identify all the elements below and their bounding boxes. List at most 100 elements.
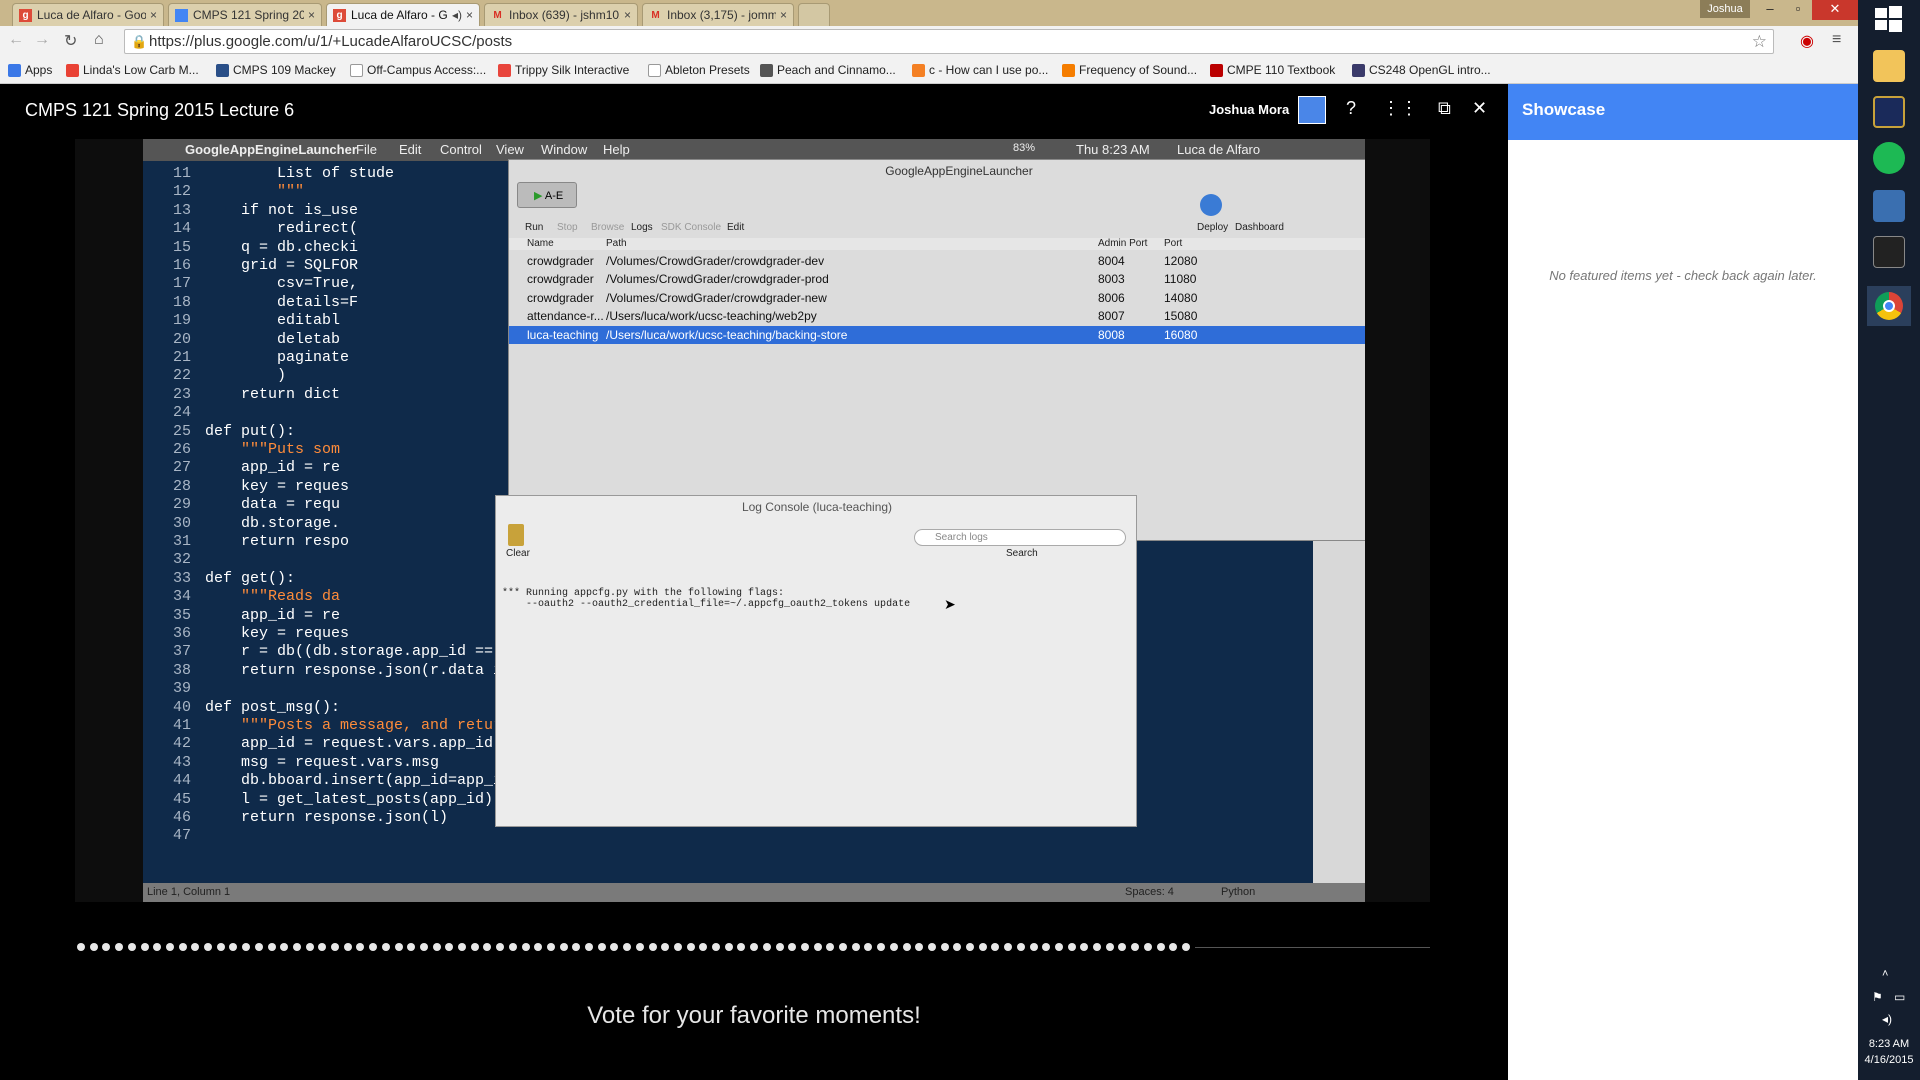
sdk-console-tool[interactable]: SDK Console — [661, 222, 721, 233]
profile-chip[interactable]: Joshua — [1700, 0, 1750, 18]
timeline-moment-dot[interactable] — [750, 943, 759, 951]
clear-button[interactable]: Clear — [506, 548, 530, 559]
deploy-icon[interactable] — [1200, 194, 1222, 216]
close-tab-icon[interactable]: × — [466, 8, 473, 22]
avatar[interactable] — [1298, 96, 1326, 124]
close-icon[interactable]: ✕ — [1472, 98, 1487, 119]
column-header[interactable]: Path — [606, 238, 627, 249]
timeline-moment-dot[interactable] — [648, 943, 657, 951]
timeline-moment-dot[interactable] — [254, 943, 263, 951]
timeline-moment-dot[interactable] — [305, 943, 314, 951]
timeline-moment-dot[interactable] — [559, 943, 568, 951]
close-tab-icon[interactable]: × — [308, 8, 315, 22]
moments-timeline[interactable] — [75, 940, 1430, 956]
column-header[interactable]: Name — [527, 238, 554, 249]
timeline-moment-dot[interactable] — [800, 943, 809, 951]
timeline-moment-dot[interactable] — [394, 943, 403, 951]
timeline-moment-dot[interactable] — [115, 943, 124, 951]
close-tab-icon[interactable]: × — [780, 8, 787, 22]
timeline-moment-dot[interactable] — [1054, 943, 1063, 951]
bookmark[interactable]: Off-Campus Access:... — [350, 63, 486, 77]
timeline-moment-dot[interactable] — [165, 943, 174, 951]
league-of-legends-icon[interactable] — [1873, 96, 1905, 128]
minimize-icon[interactable]: – — [1756, 0, 1784, 20]
extension-icon[interactable]: ◉ — [1800, 31, 1814, 51]
network-app-icon[interactable] — [1873, 190, 1905, 222]
timeline-moment-dot[interactable] — [839, 943, 847, 951]
timeline-moment-dot[interactable] — [1029, 943, 1038, 951]
timeline-moment-dot[interactable] — [470, 943, 479, 951]
timeline-moment-dot[interactable] — [940, 943, 949, 951]
close-tab-icon[interactable]: × — [150, 8, 157, 22]
timeline-moment-dot[interactable] — [877, 943, 886, 951]
timeline-moment-dot[interactable] — [1143, 943, 1152, 951]
timeline-moment-dot[interactable] — [216, 943, 225, 951]
timeline-moment-dot[interactable] — [381, 943, 390, 951]
timeline-moment-dot[interactable] — [521, 943, 530, 951]
timeline-moment-dot[interactable] — [712, 943, 720, 951]
column-header[interactable]: Port — [1164, 238, 1182, 249]
timeline-moment-dot[interactable] — [991, 943, 1000, 951]
bookmark[interactable]: CS248 OpenGL intro... — [1352, 63, 1491, 77]
run-button[interactable]: ▶ A-E — [517, 182, 577, 208]
timeline-moment-dot[interactable] — [1156, 943, 1165, 951]
timeline-moment-dot[interactable] — [864, 943, 873, 951]
timeline-moment-dot[interactable] — [496, 943, 505, 951]
timeline-moment-dot[interactable] — [915, 943, 924, 951]
timeline-moment-dot[interactable] — [178, 943, 187, 951]
timeline-moment-dot[interactable] — [1118, 943, 1127, 951]
bookmark[interactable]: Frequency of Sound... — [1062, 63, 1197, 77]
timeline-moment-dot[interactable] — [1067, 943, 1076, 951]
deploy-tool[interactable]: Deploy — [1197, 222, 1228, 233]
timeline-moment-dot[interactable] — [534, 943, 543, 951]
timeline-moment-dot[interactable] — [204, 943, 212, 951]
star-icon[interactable]: ☆ — [1752, 32, 1767, 52]
timeline-moment-dot[interactable] — [585, 943, 593, 951]
video-frame[interactable]: GoogleAppEngineLauncher File Edit Contro… — [75, 139, 1430, 902]
tab-4[interactable]: M Inbox (639) - jshm101@g × — [484, 3, 638, 26]
timeline-moment-dot[interactable] — [369, 943, 378, 951]
timeline-moment-dot[interactable] — [762, 943, 771, 951]
table-row[interactable]: crowdgrader/Volumes/CrowdGrader/crowdgra… — [509, 289, 1365, 307]
timeline-moment-dot[interactable] — [635, 943, 644, 951]
help-icon[interactable]: ? — [1346, 98, 1356, 119]
timeline-moment-dot[interactable] — [1042, 943, 1051, 951]
tab-1[interactable]: g Luca de Alfaro - Google+ × — [12, 3, 164, 26]
timeline-moment-dot[interactable] — [826, 943, 835, 951]
timeline-moment-dot[interactable] — [775, 943, 784, 951]
timeline-moment-dot[interactable] — [623, 943, 632, 951]
browse-tool[interactable]: Browse — [591, 222, 624, 233]
table-row[interactable]: crowdgrader/Volumes/CrowdGrader/crowdgra… — [509, 252, 1365, 270]
timeline-moment-dot[interactable] — [902, 943, 911, 951]
timeline-moment-dot[interactable] — [1105, 943, 1114, 951]
timeline-moment-dot[interactable] — [483, 943, 492, 951]
timeline-moment-dot[interactable] — [432, 943, 441, 951]
file-explorer-icon[interactable] — [1873, 50, 1905, 82]
timeline-moment-dot[interactable] — [546, 943, 555, 951]
spotify-icon[interactable] — [1873, 142, 1905, 174]
timeline-moment-dot[interactable] — [280, 943, 289, 951]
stop-tool[interactable]: Stop — [557, 222, 578, 233]
timeline-moment-dot[interactable] — [102, 943, 111, 951]
table-row[interactable]: luca-teaching/Users/luca/work/ucsc-teach… — [509, 325, 1365, 344]
bookmark[interactable]: Peach and Cinnamo... — [760, 63, 896, 77]
skyrim-icon[interactable] — [1873, 236, 1905, 268]
timeline-moment-dot[interactable] — [1093, 943, 1101, 951]
network-icon[interactable]: ▭ — [1894, 990, 1905, 1004]
timeline-moment-dot[interactable] — [356, 943, 365, 951]
bookmark[interactable]: c - How can I use po... — [912, 63, 1048, 77]
dashboard-tool[interactable]: Dashboard — [1235, 222, 1284, 233]
timeline-moment-dot[interactable] — [331, 943, 339, 951]
forward-icon[interactable]: → — [34, 31, 50, 49]
timeline-moment-dot[interactable] — [661, 943, 670, 951]
maximize-icon[interactable]: ▫ — [1784, 0, 1812, 20]
timeline-moment-dot[interactable] — [407, 943, 416, 951]
run-tool[interactable]: Run — [525, 222, 543, 233]
timeline-moment-dot[interactable] — [1131, 943, 1140, 951]
home-icon[interactable]: ⌂ — [94, 31, 104, 49]
menu-icon[interactable]: ≡ — [1832, 31, 1841, 49]
timeline-moment-dot[interactable] — [419, 943, 428, 951]
timeline-moment-dot[interactable] — [127, 943, 136, 951]
table-row[interactable]: crowdgrader/Volumes/CrowdGrader/crowdgra… — [509, 270, 1365, 288]
chrome-taskbar-item[interactable] — [1867, 286, 1911, 326]
